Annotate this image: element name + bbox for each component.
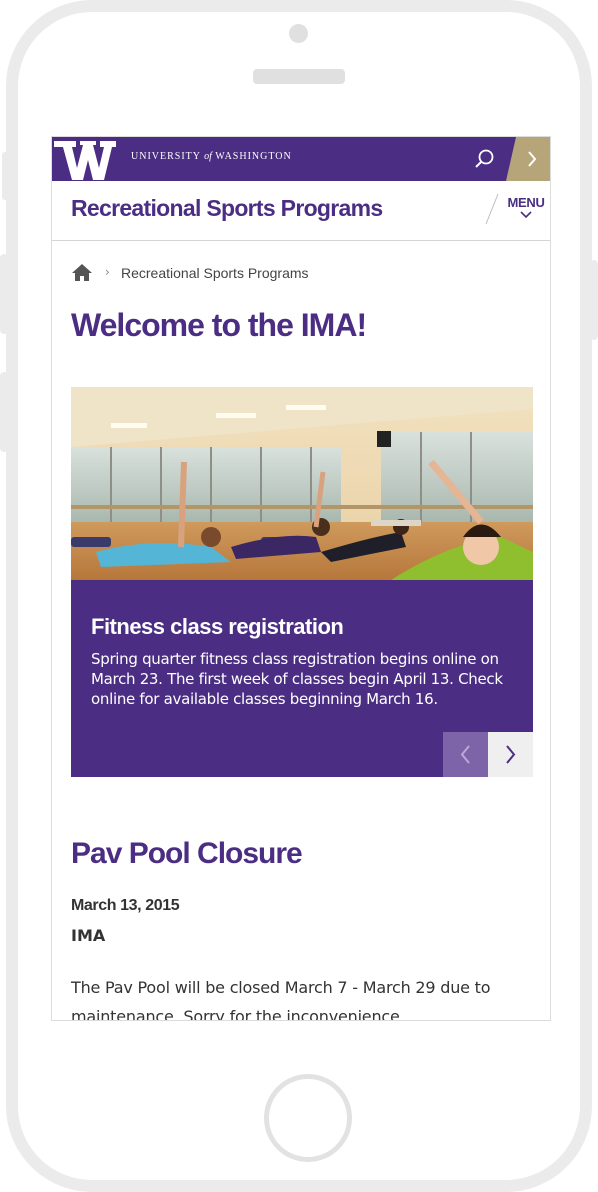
wordmark-of: of [204, 151, 212, 162]
news-title[interactable]: Pav Pool Closure [71, 837, 303, 871]
menu-label: MENU [507, 195, 545, 210]
page-title: Welcome to the IMA! [71, 307, 367, 343]
uw-top-bar: W UNIVERSITY of WASHINGTON [52, 137, 550, 181]
news-category: IMA [71, 926, 106, 945]
site-header: Recreational Sports Programs MENU [52, 181, 550, 241]
home-icon[interactable] [71, 263, 93, 283]
chevron-down-icon [520, 211, 532, 219]
slide-prev-button[interactable] [443, 732, 488, 777]
header-divider [485, 193, 499, 225]
phone-volume-up-button [0, 254, 8, 334]
chevron-left-icon [460, 745, 470, 764]
browser-screen: W UNIVERSITY of WASHINGTON Recreational … [51, 136, 551, 1021]
chevron-right-icon [506, 745, 516, 764]
slide-text: Spring quarter fitness class registratio… [91, 650, 503, 708]
wordmark-washington: WASHINGTON [215, 151, 292, 162]
university-wordmark[interactable]: UNIVERSITY of WASHINGTON [131, 151, 292, 162]
news-body: The Pav Pool will be closed March 7 - Ma… [71, 978, 491, 1021]
breadcrumb-current[interactable]: Recreational Sports Programs [121, 265, 309, 281]
slide-next-button[interactable] [488, 732, 533, 777]
slide-image-fitness-class [71, 387, 533, 580]
menu-button[interactable]: MENU [504, 195, 548, 229]
search-icon [475, 149, 494, 168]
phone-power-button [590, 260, 598, 340]
uw-logo[interactable]: W [52, 137, 118, 181]
breadcrumb-separator: › [105, 265, 110, 279]
site-title[interactable]: Recreational Sports Programs [71, 195, 383, 222]
wordmark-university: UNIVERSITY [131, 151, 201, 162]
slideshow: Fitness class registration Spring quarte… [71, 387, 533, 777]
search-button[interactable] [468, 143, 500, 175]
uw-links-toggle[interactable] [506, 137, 550, 181]
phone-camera [289, 24, 308, 43]
phone-speaker [253, 69, 345, 84]
phone-side-button [2, 152, 8, 200]
news-date: March 13, 2015 [71, 897, 180, 914]
phone-home-button[interactable] [264, 1074, 352, 1162]
slide-title[interactable]: Fitness class registration [91, 614, 344, 640]
phone-volume-down-button [0, 372, 8, 452]
slide-caption-panel: Fitness class registration Spring quarte… [71, 580, 533, 777]
